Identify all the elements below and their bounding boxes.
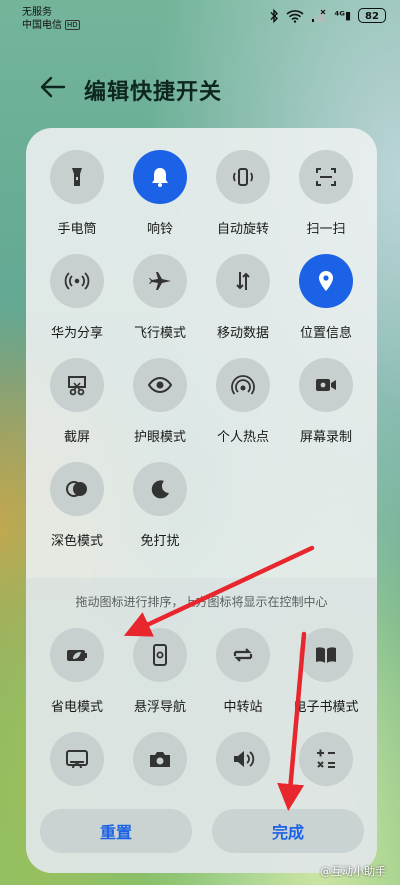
scan-icon xyxy=(299,150,353,204)
active-tile[interactable]: 华为分享 xyxy=(28,254,112,354)
status-icons: ⁴ᴳ▮ 82 xyxy=(269,8,386,23)
carrier-info: 无服务 中国电信 HD xyxy=(22,6,80,32)
screen-record-icon xyxy=(299,358,353,412)
status-bar: 无服务 中国电信 HD ⁴ᴳ▮ 82 xyxy=(0,0,400,34)
camera-icon xyxy=(133,732,187,786)
calculator-icon xyxy=(299,732,353,786)
tile-label: 扫一扫 xyxy=(306,222,346,237)
active-tile[interactable]: 免打扰 xyxy=(111,462,195,562)
auto-rotate-icon xyxy=(216,150,270,204)
eye-icon xyxy=(133,358,187,412)
hotspot-icon xyxy=(216,358,270,412)
tile-label: 免打扰 xyxy=(140,534,180,549)
inactive-tile[interactable]: 电子书模式 xyxy=(277,628,361,728)
watermark: @互动小助手 xyxy=(320,865,386,878)
signal-4g-icon: ⁴ᴳ▮ xyxy=(334,9,351,22)
tile-label: 电子书模式 xyxy=(293,700,359,715)
battery-icon: 82 xyxy=(358,8,386,23)
battery-saver-icon xyxy=(50,628,104,682)
wifi-icon xyxy=(286,9,304,23)
active-tile[interactable]: 扫一扫 xyxy=(277,150,361,250)
active-tile[interactable]: 深色模式 xyxy=(28,462,112,562)
tile-label: 屏幕录制 xyxy=(299,430,352,445)
active-tile[interactable]: 手电筒 xyxy=(28,150,112,250)
inactive-tile[interactable]: 中转站 xyxy=(194,628,278,728)
active-tile[interactable]: 截屏 xyxy=(28,358,112,458)
active-tile[interactable]: 屏幕录制 xyxy=(277,358,361,458)
active-tile[interactable]: 个人热点 xyxy=(194,358,278,458)
screenshot-icon xyxy=(50,358,104,412)
flashlight-icon xyxy=(50,150,104,204)
page-header: 编辑快捷开关 xyxy=(0,68,400,108)
location-icon xyxy=(299,254,353,308)
airplane-icon xyxy=(133,254,187,308)
active-tile[interactable]: 响铃 xyxy=(111,150,195,250)
reset-button[interactable]: 重置 xyxy=(40,809,192,853)
sort-hint: 拖动图标进行排序，上方图标将显示在控制中心 xyxy=(75,595,328,609)
active-tile[interactable]: 自动旋转 xyxy=(194,150,278,250)
mobile-data-icon xyxy=(216,254,270,308)
active-tile[interactable]: 移动数据 xyxy=(194,254,278,354)
signal-x-icon xyxy=(312,9,326,22)
huawei-share-icon xyxy=(50,254,104,308)
inactive-tile[interactable]: 悬浮导航 xyxy=(111,628,195,728)
quick-switch-panel: 手电筒 响铃 自动旋转扫一扫华为分享 飞行模式 移动数据位置信息截屏 护眼模式 个人热点屏幕… xyxy=(26,128,377,873)
arrow-left-icon[interactable] xyxy=(40,74,66,100)
floating-nav-icon xyxy=(133,628,187,682)
active-tile[interactable]: 护眼模式 xyxy=(111,358,195,458)
carrier-line-2: 中国电信 xyxy=(22,20,62,31)
tile-label: 位置信息 xyxy=(299,326,352,341)
moon-icon xyxy=(133,462,187,516)
cast-screen-icon xyxy=(50,732,104,786)
ebook-icon xyxy=(299,628,353,682)
done-button[interactable]: 完成 xyxy=(212,809,364,853)
page-title: 编辑快捷开关 xyxy=(84,80,223,105)
volume-icon xyxy=(216,732,270,786)
inactive-tile[interactable]: 省电模式 xyxy=(28,628,112,728)
carrier-line-1: 无服务 xyxy=(22,7,52,18)
transfer-station-icon xyxy=(216,628,270,682)
bell-icon xyxy=(133,150,187,204)
active-tile[interactable]: 位置信息 xyxy=(277,254,361,354)
active-tile[interactable]: 飞行模式 xyxy=(111,254,195,354)
bluetooth-icon xyxy=(270,8,279,23)
hd-badge: HD xyxy=(65,20,80,30)
dark-mode-icon xyxy=(50,462,104,516)
